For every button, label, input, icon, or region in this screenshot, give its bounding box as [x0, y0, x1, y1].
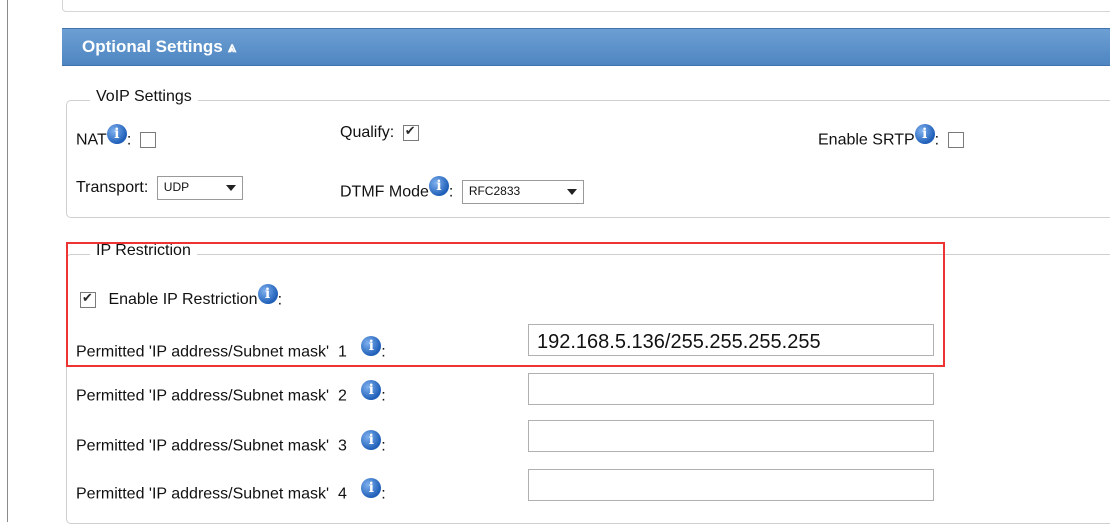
permitted-ip-label-1: Permitted 'IP address/Subnet mask' 1 [76, 343, 347, 361]
previous-panel [62, 0, 1110, 12]
voip-settings-fieldset [66, 100, 1110, 218]
permitted-ip-input-2[interactable] [528, 373, 934, 405]
transport-label: Transport: [76, 179, 149, 197]
enable-ip-restriction-label: Enable IP Restriction [108, 291, 258, 309]
colon: : [277, 291, 283, 309]
info-icon[interactable]: i [428, 176, 449, 196]
srtp-checkbox[interactable] [947, 132, 964, 149]
header-title: Optional Settings ⩓ [82, 37, 236, 57]
info-icon[interactable]: i [361, 430, 382, 450]
permitted-ip-input-1[interactable]: 192.168.5.136/255.255.255.255 [528, 324, 934, 356]
info-icon[interactable]: i [361, 478, 382, 498]
transport-value: UDP [163, 180, 190, 194]
nat-label: NAT [76, 131, 107, 149]
colon: : [934, 131, 940, 149]
dtmf-row: DTMF Mode i: RFC2833 [340, 176, 584, 205]
colon: : [126, 131, 132, 149]
colon: : [381, 437, 386, 455]
permitted-ip-label-3: Permitted 'IP address/Subnet mask' 3 [76, 437, 347, 455]
transport-select[interactable]: UDP [156, 176, 243, 200]
enable-ip-restriction-checkbox[interactable] [80, 290, 96, 309]
qualify-label: Qualify: [340, 124, 395, 141]
nat-row: NAT i: [76, 124, 156, 149]
info-icon[interactable]: i [914, 124, 935, 144]
permitted-ip-row-1: Permitted 'IP address/Subnet mask' 1 i: [76, 336, 386, 361]
left-border [7, 0, 8, 522]
srtp-label: Enable SRTP [818, 131, 915, 149]
permitted-ip-input-4[interactable] [528, 469, 934, 501]
srtp-row: Enable SRTP i: [818, 124, 964, 149]
dtmf-select[interactable]: RFC2833 [461, 180, 584, 205]
permitted-ip-input-3[interactable] [528, 420, 934, 452]
nat-checkbox[interactable] [139, 132, 156, 149]
permitted-ip-label-4: Permitted 'IP address/Subnet mask' 4 [76, 485, 347, 503]
voip-settings-legend: VoIP Settings [90, 88, 198, 106]
dtmf-label: DTMF Mode [340, 183, 429, 201]
optional-settings-header[interactable]: Optional Settings ⩓ [62, 28, 1110, 66]
colon: : [448, 183, 454, 201]
permitted-ip-label-2: Permitted 'IP address/Subnet mask' 2 [76, 387, 347, 405]
colon: : [381, 485, 386, 503]
permitted-ip-row-4: Permitted 'IP address/Subnet mask' 4 i: [76, 478, 386, 503]
permitted-ip-row-3: Permitted 'IP address/Subnet mask' 3 i: [76, 430, 386, 455]
qualify-row: Qualify: [340, 123, 419, 142]
qualify-checkbox[interactable] [402, 123, 419, 141]
dtmf-value: RFC2833 [468, 184, 521, 199]
info-icon[interactable]: i [361, 380, 382, 400]
header-title-text: Optional Settings [82, 37, 223, 56]
colon: : [381, 343, 386, 361]
info-icon[interactable]: i [257, 284, 278, 304]
chevron-down-icon [225, 185, 236, 191]
info-icon[interactable]: i [106, 124, 127, 144]
enable-ip-restriction-row: Enable IP Restrictioni: [80, 284, 282, 309]
collapse-chevron-icon[interactable]: ⩓ [228, 39, 236, 56]
colon: : [381, 387, 386, 405]
info-icon[interactable]: i [361, 336, 382, 356]
permitted-ip-row-2: Permitted 'IP address/Subnet mask' 2 i: [76, 380, 386, 405]
chevron-down-icon [566, 189, 577, 196]
transport-row: Transport: UDP [76, 176, 243, 200]
